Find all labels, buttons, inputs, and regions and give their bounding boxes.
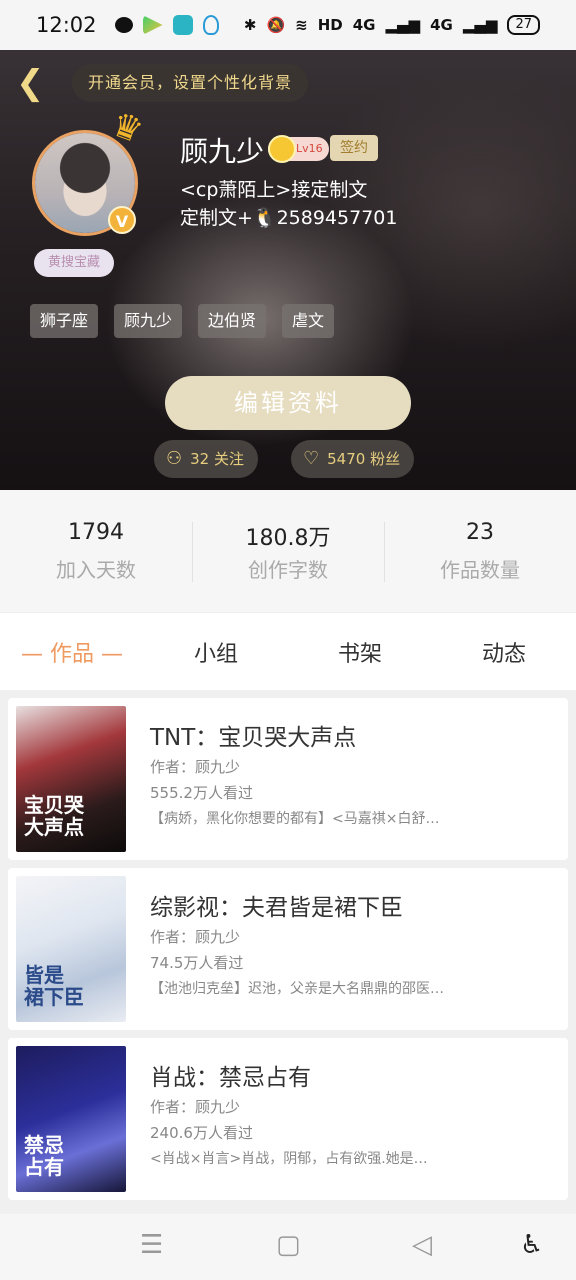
tag-list: 狮子座 顾九少 边伯贤 虐文: [30, 304, 335, 338]
stat-join-days: 1794 加入天数: [0, 520, 192, 583]
qq-icon: [202, 15, 219, 35]
stat-value: 1794: [68, 519, 124, 545]
stat-value: 23: [466, 519, 494, 545]
stat-label: 加入天数: [56, 557, 136, 582]
network-label: HD: [317, 16, 343, 34]
back-button[interactable]: ❮: [16, 66, 46, 100]
signal-bars-icon-2: ▂▄▆: [462, 16, 498, 34]
work-description: <肖战×肖言>肖战，阴郁，占有欲强.她是…: [150, 1151, 428, 1167]
verified-badge: V: [108, 206, 136, 234]
level-sun-icon: [268, 135, 296, 163]
signed-badge: 签约: [330, 135, 378, 161]
following-count: 32 关注: [190, 450, 244, 468]
works-list: 宝贝哭 大声点 TNT：宝贝哭大声点 作者：顾九少 555.2万人看过 【病娇，…: [0, 690, 576, 1214]
work-description: 【池池归克垒】迟池，父亲是大名鼎鼎的邵医…: [150, 981, 444, 997]
signal-label-2: 4G: [430, 16, 453, 34]
book-cover: 宝贝哭 大声点: [16, 706, 126, 852]
menu-icon[interactable]: ☰: [140, 1230, 163, 1260]
title-badge: 黄搜宝藏: [34, 249, 115, 277]
app-icon: [172, 15, 193, 35]
work-title: 肖战：禁忌占有: [150, 1065, 311, 1091]
tag-item[interactable]: 顾九少: [114, 304, 183, 338]
work-title: 综影视：夫君皆是裙下臣: [150, 895, 403, 921]
stats-row: 1794 加入天数 180.8万 创作字数 23 作品数量: [0, 490, 576, 612]
stat-word-count: 180.8万 创作字数: [192, 520, 384, 583]
wechat-icon: [114, 17, 133, 33]
mute-icon: 🔕: [266, 16, 286, 34]
heart-icon: ♡: [303, 448, 320, 469]
status-time: 12:02: [36, 13, 97, 37]
home-icon[interactable]: ▢: [276, 1230, 301, 1260]
work-author: 作者：顾九少: [150, 928, 241, 946]
tab-groups[interactable]: 小组: [144, 636, 288, 668]
cover-title: 皆是 裙下臣: [24, 963, 84, 1009]
cover-title: 禁忌 占有: [24, 1133, 64, 1179]
following-button[interactable]: ⚇ 32 关注: [154, 440, 258, 478]
level-badge: Lv16: [268, 135, 329, 163]
status-right: ✱ 🔕 ≋ HD 4G ▂▄▆ 4G ▂▄▆ 27: [244, 15, 540, 35]
tab-works[interactable]: — 作品 —: [0, 636, 144, 668]
fans-button[interactable]: ♡ 5470 粉丝: [291, 440, 415, 478]
book-cover: 禁忌 占有: [16, 1046, 126, 1192]
profile-header: ❮ 开通会员，设置个性化背景 ♛ V 黄搜宝藏 顾九少 Lv16 签约 <cp萧…: [0, 50, 576, 490]
work-author: 作者：顾九少: [150, 1098, 241, 1116]
stat-label: 作品数量: [440, 557, 520, 582]
tab-bar: — 作品 — 小组 书架 动态: [0, 612, 576, 690]
play-icon: [142, 15, 163, 35]
vip-banner[interactable]: 开通会员，设置个性化背景: [72, 64, 309, 102]
edit-profile-button[interactable]: 编辑资料: [165, 376, 411, 430]
work-description: 【病娇，黑化你想要的都有】<马嘉祺×白舒…: [150, 811, 440, 827]
tag-item[interactable]: 虐文: [282, 304, 335, 338]
work-card[interactable]: 皆是 裙下臣 综影视：夫君皆是裙下臣 作者：顾九少 74.5万人看过 【池池归克…: [8, 868, 568, 1030]
work-views: 74.5万人看过: [150, 954, 244, 972]
book-cover: 皆是 裙下臣: [16, 876, 126, 1022]
accessibility-icon[interactable]: ♿: [520, 1230, 543, 1260]
work-views: 240.6万人看过: [150, 1124, 253, 1142]
stat-value: 180.8万: [245, 525, 331, 551]
bio-line-2: 定制文+🐧2589457701: [180, 207, 398, 229]
back-icon: ❮: [16, 63, 45, 103]
add-user-icon: ⚇: [166, 448, 183, 469]
work-title: TNT：宝贝哭大声点: [150, 725, 357, 751]
system-nav-bar: ☰ ▢ ◁ ♿: [0, 1214, 576, 1280]
work-card[interactable]: 禁忌 占有 肖战：禁忌占有 作者：顾九少 240.6万人看过 <肖战×肖言>肖战…: [8, 1038, 568, 1200]
level-text: Lv16: [296, 142, 323, 155]
work-card[interactable]: 宝贝哭 大声点 TNT：宝贝哭大声点 作者：顾九少 555.2万人看过 【病娇，…: [8, 698, 568, 860]
work-views: 555.2万人看过: [150, 784, 253, 802]
battery-indicator: 27: [507, 15, 540, 35]
signal-bars-icon: ▂▄▆: [385, 16, 421, 34]
bio: <cp萧陌上>接定制文 定制文+🐧2589457701: [180, 176, 397, 232]
username: 顾九少: [180, 135, 265, 168]
back-nav-icon[interactable]: ◁: [412, 1230, 432, 1260]
tab-bookshelf[interactable]: 书架: [288, 636, 432, 668]
fans-count: 5470 粉丝: [327, 450, 401, 468]
tag-item[interactable]: 狮子座: [30, 304, 99, 338]
signal-label-1: 4G: [352, 16, 376, 34]
bio-line-1: <cp萧陌上>接定制文: [180, 179, 368, 201]
work-author: 作者：顾九少: [150, 758, 241, 776]
stat-works-count: 23 作品数量: [384, 520, 576, 583]
cover-title: 宝贝哭 大声点: [24, 793, 84, 839]
status-bar: 12:02 ✱ 🔕 ≋ HD 4G ▂▄▆ 4G ▂▄▆ 27: [0, 0, 576, 50]
notification-icons: [114, 15, 219, 35]
wifi-icon: ≋: [295, 16, 308, 34]
tag-item[interactable]: 边伯贤: [198, 304, 267, 338]
tab-activity[interactable]: 动态: [432, 636, 576, 668]
bluetooth-icon: ✱: [243, 16, 257, 34]
stat-label: 创作字数: [248, 557, 328, 582]
